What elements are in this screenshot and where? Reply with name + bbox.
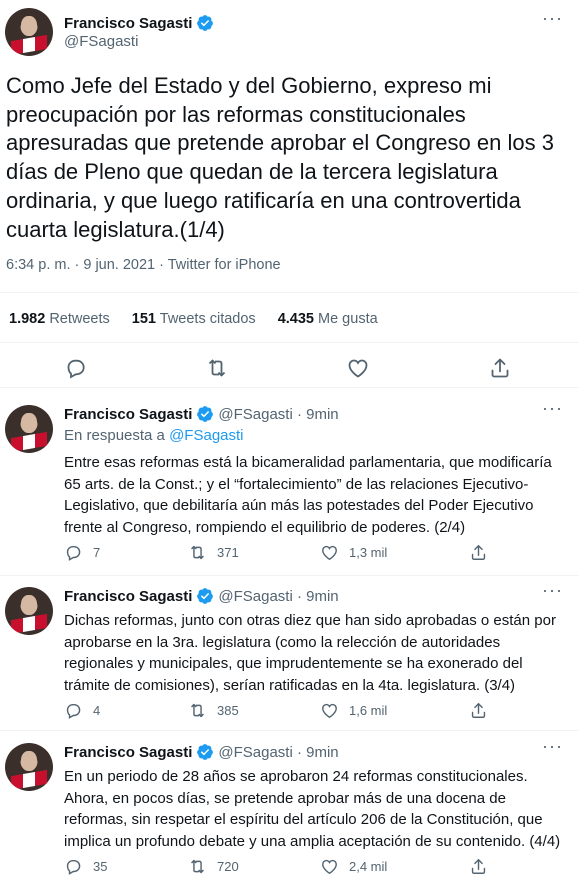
more-icon[interactable]: ··· [542,580,563,601]
tweet-actions: 4 385 1,6 mil [64,700,494,720]
verified-badge-icon [196,14,214,32]
like-count: 1,3 mil [349,544,388,560]
tweet-text: Dichas reformas, junto con otras diez qu… [64,612,556,694]
reply-icon[interactable] [64,356,88,380]
avatar[interactable] [5,743,53,791]
tweet-actions: 35 720 2,4 mil [64,856,494,876]
verified-badge-icon [196,587,214,605]
share-icon[interactable] [488,356,512,380]
like-icon[interactable] [346,356,370,380]
divider [0,342,579,343]
reply-tweet[interactable]: Francisco Sagasti @FSagasti · 9min ··· D… [0,580,579,737]
reply-action[interactable]: 4 [64,701,100,720]
avatar[interactable] [5,405,53,453]
share-action[interactable] [469,857,488,876]
verified-badge-icon [196,405,214,423]
reply-action[interactable]: 35 [64,857,107,876]
likes-stat[interactable]: 4.435 Me gusta [278,311,378,327]
main-actions [0,356,579,384]
retweet-icon[interactable] [188,543,207,562]
like-count: 2,4 mil [349,858,388,874]
divider [0,575,579,576]
reply-icon[interactable] [64,543,83,562]
share-icon[interactable] [469,701,488,720]
reply-tweet[interactable]: Francisco Sagasti @FSagasti · 9min ··· E… [0,736,579,882]
retweet-icon[interactable] [188,857,207,876]
author-handle[interactable]: @FSagasti [64,33,138,50]
reply-icon[interactable] [64,857,83,876]
quotes-stat[interactable]: 151 Tweets citados [132,311,256,327]
verified-badge-icon [196,743,214,761]
replying-to-link[interactable]: @FSagasti [169,427,243,444]
reply-count: 35 [93,858,108,874]
reply-count: 7 [93,544,101,560]
retweet-icon[interactable] [188,701,207,720]
more-icon[interactable]: ··· [542,398,563,419]
retweet-count: 385 [217,702,239,718]
divider [0,387,579,388]
author-row: Francisco Sagasti @FSagasti · 9min [64,587,339,605]
handle-time[interactable]: @FSagasti · 9min [218,744,338,761]
handle-time[interactable]: @FSagasti · 9min [218,406,338,423]
like-action[interactable]: 1,6 mil [320,701,387,720]
reply-count: 4 [93,702,101,718]
tweet-text: Entre esas reformas está la bicameralida… [64,454,552,536]
like-icon[interactable] [320,857,339,876]
retweet-count: 720 [217,858,239,874]
like-action[interactable]: 2,4 mil [320,857,387,876]
divider [0,730,579,731]
retweet-icon[interactable] [205,356,229,380]
more-icon[interactable]: ··· [542,8,563,29]
more-icon[interactable]: ··· [542,736,563,757]
tweet-text: Como Jefe del Estado y del Gobierno, exp… [6,73,554,242]
like-count: 1,6 mil [349,702,388,718]
reply-action[interactable]: 7 [64,543,100,562]
retweet-action[interactable]: 371 [188,543,239,562]
author-row: Francisco Sagasti @FSagasti · 9min [64,743,339,761]
author-name[interactable]: Francisco Sagasti [64,406,192,423]
main-tweet: Francisco Sagasti @FSagasti ··· Como Jef… [0,0,579,388]
avatar[interactable] [5,587,53,635]
tweet-actions: 7 371 1,3 mil [64,542,494,562]
author-row: Francisco Sagasti [64,14,214,32]
author-name[interactable]: Francisco Sagasti [64,15,192,32]
tweet-text: En un periodo de 28 años se aprobaron 24… [64,768,561,850]
like-action[interactable]: 1,3 mil [320,543,387,562]
like-icon[interactable] [320,543,339,562]
author-name[interactable]: Francisco Sagasti [64,588,192,605]
retweet-count: 371 [217,544,239,560]
tweet-timestamp[interactable]: 6:34 p. m. · 9 jun. 2021 · Twitter for i… [6,257,281,273]
author-row: Francisco Sagasti @FSagasti · 9min [64,405,339,423]
author-name[interactable]: Francisco Sagasti [64,744,192,761]
avatar[interactable] [5,8,53,56]
reply-icon[interactable] [64,701,83,720]
divider [0,292,579,293]
reply-tweet[interactable]: Francisco Sagasti @FSagasti · 9min ··· E… [0,398,579,575]
share-action[interactable] [469,701,488,720]
tweet-stats: 1.982 Retweets 151 Tweets citados 4.435 … [9,311,378,327]
share-action[interactable] [469,543,488,562]
share-icon[interactable] [469,857,488,876]
share-icon[interactable] [469,543,488,562]
handle-time[interactable]: @FSagasti · 9min [218,588,338,605]
retweet-action[interactable]: 720 [188,857,239,876]
like-icon[interactable] [320,701,339,720]
retweet-action[interactable]: 385 [188,701,239,720]
replying-to: En respuesta a @FSagasti [64,427,244,444]
retweets-stat[interactable]: 1.982 Retweets [9,311,110,327]
